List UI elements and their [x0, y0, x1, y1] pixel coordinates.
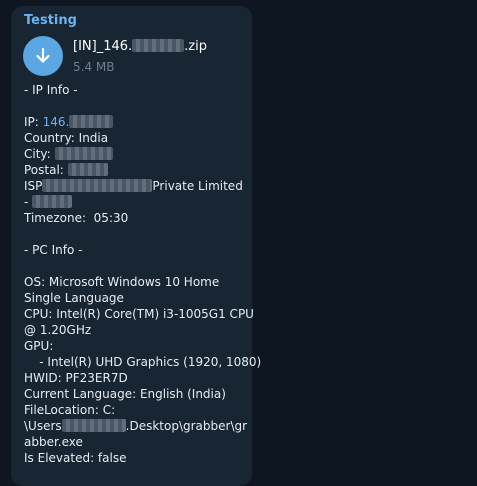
- line-text: OS: Microsoft Windows 10 Home: [24, 275, 220, 289]
- message-line: FileLocation: C:: [24, 402, 254, 418]
- message-line: - Intel(R) UHD Graphics (1920, 1080): [24, 354, 261, 370]
- message-line: HWID: PF23ER7D: [24, 370, 254, 386]
- line-text: @ 1.20GHz: [24, 323, 92, 337]
- line-text: IP:: [24, 115, 43, 129]
- line-text: FileLocation: C:: [24, 403, 116, 417]
- message-line: @ 1.20GHz: [24, 322, 254, 338]
- line-text: HWID: PF23ER7D: [24, 371, 128, 385]
- redacted-text: [32, 195, 73, 208]
- message-line: GPU:: [24, 338, 254, 354]
- message-bubble: Testing [IN]_146. .zip 5.4 MB - IP Info -…: [11, 6, 261, 486]
- redacted-file-name: [132, 39, 185, 52]
- download-arrow-icon: [36, 47, 50, 63]
- line-text: GPU:: [24, 339, 54, 353]
- line-text-after: Private Limited: [152, 179, 243, 193]
- ip-link[interactable]: 146.: [43, 115, 70, 129]
- redacted-text: [54, 147, 113, 160]
- line-text: Country: India: [24, 131, 109, 145]
- message-line: [24, 226, 254, 242]
- message-line: Timezone: 05:30: [24, 210, 254, 226]
- redacted-text: [42, 179, 153, 192]
- file-name-suffix: .zip: [184, 39, 207, 54]
- file-size: 5.4 MB: [73, 60, 115, 74]
- line-text: City:: [24, 147, 55, 161]
- line-text: - Intel(R) UHD Graphics (1920, 1080): [24, 355, 262, 369]
- message-line: Current Language: English (India): [24, 386, 254, 402]
- message-line: Is Elevated: false: [24, 450, 254, 466]
- redacted-text: [61, 419, 126, 432]
- line-text: - PC Info -: [24, 243, 83, 257]
- line-text: Timezone: 05:30: [24, 211, 129, 225]
- message-line: [24, 258, 254, 274]
- message-line: CPU: Intel(R) Core(TM) i3-1005G1 CPU: [24, 306, 254, 322]
- message-line: Postal:: [24, 162, 254, 178]
- message-line: City:: [24, 146, 254, 162]
- message-line: - PC Info -: [24, 242, 254, 258]
- line-text: abber.exe: [24, 435, 83, 449]
- message-line: ISP Private Limited: [24, 178, 254, 194]
- message-line: OS: Microsoft Windows 10 Home: [24, 274, 254, 290]
- message-line: IP: 146.: [24, 114, 254, 130]
- line-text: Current Language: English (India): [24, 387, 226, 401]
- message-line: [24, 98, 254, 114]
- message-line: Single Language: [24, 290, 254, 306]
- line-text: ISP: [24, 179, 43, 193]
- message-line: Country: India: [24, 130, 254, 146]
- redacted-text: [69, 115, 114, 128]
- line-text: Single Language: [24, 291, 124, 305]
- message-line: \Users .Desktop\grabber\gr: [24, 418, 254, 434]
- download-button[interactable]: [23, 36, 63, 76]
- sender-name[interactable]: Testing: [24, 13, 77, 28]
- line-text: - IP Info -: [24, 83, 78, 97]
- line-text: -: [24, 195, 33, 209]
- file-name-prefix: [IN]_146.: [73, 39, 133, 54]
- file-name[interactable]: [IN]_146. .zip: [73, 39, 207, 54]
- line-text: Is Elevated: false: [24, 451, 127, 465]
- line-text: Postal:: [24, 163, 68, 177]
- line-text: CPU: Intel(R) Core(TM) i3-1005G1 CPU: [24, 307, 254, 321]
- message-line: abber.exe: [24, 434, 254, 450]
- redacted-text: [67, 163, 108, 176]
- message-line: - IP Info -: [24, 82, 254, 98]
- message-line: -: [24, 194, 254, 210]
- file-attachment[interactable]: [IN]_146. .zip 5.4 MB: [23, 36, 248, 80]
- line-text: \Users: [24, 419, 62, 433]
- line-text-after: .Desktop\grabber\gr: [125, 419, 248, 433]
- message-text: - IP Info - IP: 146. Country: India City: P…: [24, 82, 261, 466]
